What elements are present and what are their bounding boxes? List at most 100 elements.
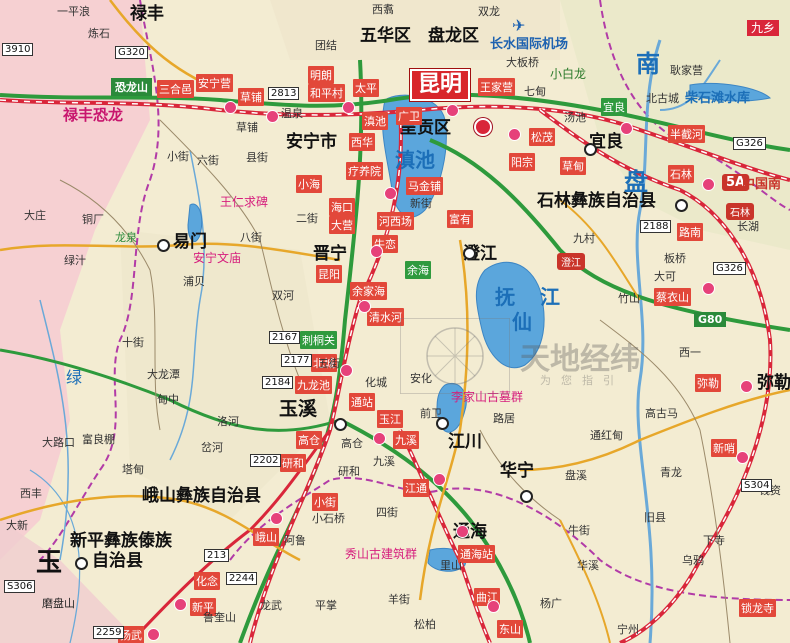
town-shaochong[interactable]: 平掌 xyxy=(315,600,337,611)
county-xinping[interactable]: 新平彝族傣族 xyxy=(70,533,172,550)
station-eshan[interactable]: 峨山 xyxy=(253,528,279,546)
town-lianshi[interactable]: 炼石 xyxy=(88,28,110,39)
station-yuhai[interactable]: 余海 xyxy=(405,261,431,279)
town-caopu[interactable]: 草铺 xyxy=(236,122,258,133)
town-lishan[interactable]: 里山 xyxy=(440,560,462,571)
town-longwu[interactable]: 龙武 xyxy=(260,600,282,611)
station-xiaohai[interactable]: 小海 xyxy=(296,175,322,193)
mountain-shilin[interactable]: 石林 xyxy=(726,203,754,220)
station-yiliang[interactable]: 宜良 xyxy=(601,98,627,116)
station-citongguan[interactable]: 刺桐关 xyxy=(300,331,337,349)
town-changhu[interactable]: 长湖 xyxy=(737,221,759,232)
town-wuya[interactable]: 乌鸦 xyxy=(682,555,704,566)
town-zhushan[interactable]: 竹山 xyxy=(618,293,640,304)
station-taiping[interactable]: 太平 xyxy=(353,79,379,97)
station-huanian[interactable]: 化念 xyxy=(194,572,220,590)
town-fuliangpeng[interactable]: 富良棚 xyxy=(82,434,115,445)
station-kunyang[interactable]: 昆阳 xyxy=(316,265,342,283)
station-dongshan[interactable]: 东山 xyxy=(497,620,523,638)
town-beigucheng[interactable]: 北古城 xyxy=(646,93,679,104)
station-daying[interactable]: 大营 xyxy=(329,216,355,234)
route-g80[interactable]: G80 xyxy=(694,312,727,327)
station-hepingcun[interactable]: 和平村 xyxy=(308,84,345,102)
mountain-chengjiang[interactable]: 澄江 xyxy=(557,253,585,270)
station-yangzong[interactable]: 阳宗 xyxy=(509,153,535,171)
town-huacheng[interactable]: 化城 xyxy=(365,377,387,388)
station-tonghai[interactable]: 通海站 xyxy=(458,545,495,563)
station-songmao[interactable]: 松茂 xyxy=(529,128,555,146)
town-gaogu[interactable]: 高古马 xyxy=(645,408,678,419)
county-eshan[interactable]: 峨山彝族自治县 xyxy=(142,488,261,505)
station-fuyou[interactable]: 富有 xyxy=(447,210,473,228)
town-ningzhou[interactable]: 宁州 xyxy=(617,624,639,635)
town-xiyi[interactable]: 西一 xyxy=(679,347,701,358)
mountain-konglong[interactable]: 恐龙山 xyxy=(111,78,152,96)
town-shuangjiang[interactable]: 小石桥 xyxy=(312,513,345,524)
station-sanheyi[interactable]: 三合邑 xyxy=(157,80,194,98)
town-dazhuang[interactable]: 大庄 xyxy=(24,210,46,221)
town-jiucun[interactable]: 九村 xyxy=(573,233,595,244)
town-shijie[interactable]: 十街 xyxy=(122,337,144,348)
town-banqiao[interactable]: 板桥 xyxy=(664,253,686,264)
route-s304[interactable]: S304 xyxy=(741,479,773,492)
station-jiuxi[interactable]: 九溪 xyxy=(393,431,419,449)
town-xianjie[interactable]: 县街 xyxy=(246,152,268,163)
town-panxi[interactable]: 盘溪 xyxy=(565,470,587,481)
mountain-longquan[interactable]: 龙泉 xyxy=(115,232,137,243)
city-kunming-label[interactable]: 昆明 xyxy=(410,69,471,101)
town-shuanglong[interactable]: 双龙 xyxy=(478,6,500,17)
station-guangwei[interactable]: 广卫 xyxy=(396,107,422,125)
route-g320[interactable]: G320 xyxy=(115,46,148,59)
station-minglang[interactable]: 明朗 xyxy=(308,66,334,84)
station-caodian[interactable]: 草甸 xyxy=(560,157,586,175)
town-erjie[interactable]: 二街 xyxy=(296,213,318,224)
route-s306[interactable]: S306 xyxy=(4,580,36,593)
station-xiaojie[interactable]: 小街 xyxy=(312,493,338,511)
town-bajie[interactable]: 八街 xyxy=(240,232,262,243)
town-jiuxi[interactable]: 九溪 xyxy=(373,456,395,467)
station-dianchi[interactable]: 滇池 xyxy=(362,112,388,130)
county-yimen[interactable]: 易门 xyxy=(173,234,207,251)
town-huaxi[interactable]: 华溪 xyxy=(577,560,599,571)
county-anning[interactable]: 安宁市 xyxy=(286,134,337,151)
town-sijie[interactable]: 四街 xyxy=(376,507,398,518)
station-banjiehe[interactable]: 半截河 xyxy=(668,125,705,143)
town-pubei[interactable]: 浦贝 xyxy=(183,276,205,287)
town-lukuishan[interactable]: 鲁奎山 xyxy=(203,612,236,623)
town-luju[interactable]: 路居 xyxy=(493,413,515,424)
route-g326b[interactable]: G326 xyxy=(713,262,746,275)
county-mile[interactable]: 弥勒 xyxy=(757,375,790,392)
county-jiangchuan[interactable]: 江川 xyxy=(448,434,482,451)
town-tonghongdian[interactable]: 通红甸 xyxy=(590,430,623,441)
scenic-anning-temple[interactable]: 安宁文庙 xyxy=(193,252,241,264)
airport-changshui[interactable]: 长水国际机场 xyxy=(490,38,568,51)
edge-china-stone-label[interactable]: 中国南 xyxy=(742,178,781,191)
station-gaocang[interactable]: 高仓 xyxy=(296,431,322,449)
town-xiaobailong[interactable]: 小白龙 xyxy=(550,68,586,80)
county-xinping-line2[interactable]: 自治县 xyxy=(92,553,143,570)
town-xizhu[interactable]: 西翥 xyxy=(372,4,394,15)
station-wangjiaying[interactable]: 王家营 xyxy=(478,78,515,96)
station-xinshao[interactable]: 新哨 xyxy=(711,439,737,457)
station-hexichang[interactable]: 河西场 xyxy=(377,212,414,230)
station-yujiang[interactable]: 玉江 xyxy=(377,410,403,428)
town-wenquan[interactable]: 温泉 xyxy=(281,108,303,119)
town-yanhe[interactable]: 研和 xyxy=(338,466,360,477)
edge-jiuxiang-label[interactable]: 九乡 xyxy=(747,20,780,36)
town-shuanghe[interactable]: 双河 xyxy=(272,290,294,301)
town-chahe[interactable]: 岔河 xyxy=(201,442,223,453)
town-tongchang[interactable]: 铜厂 xyxy=(82,214,104,225)
station-lunan[interactable]: 路南 xyxy=(677,223,703,241)
town-lvzhi[interactable]: 绿汁 xyxy=(64,255,86,266)
station-shilin[interactable]: 石林 xyxy=(668,165,694,183)
station-jiulongchi[interactable]: 九龙池 xyxy=(295,376,332,394)
route-g326a[interactable]: G326 xyxy=(733,137,766,150)
town-luohe[interactable]: 洛河 xyxy=(217,416,239,427)
town-shuitang[interactable]: 旧县 xyxy=(644,512,666,523)
county-huaning[interactable]: 华宁 xyxy=(500,463,534,480)
county-lufeng[interactable]: 禄丰 xyxy=(130,6,164,23)
town-xiaoshiqiao[interactable]: 牛街 xyxy=(568,525,590,536)
county-panlong[interactable]: 盘龙区 xyxy=(428,28,479,45)
town-wujie[interactable]: 五街 xyxy=(318,358,340,369)
station-caiyishan[interactable]: 蔡衣山 xyxy=(654,288,691,306)
